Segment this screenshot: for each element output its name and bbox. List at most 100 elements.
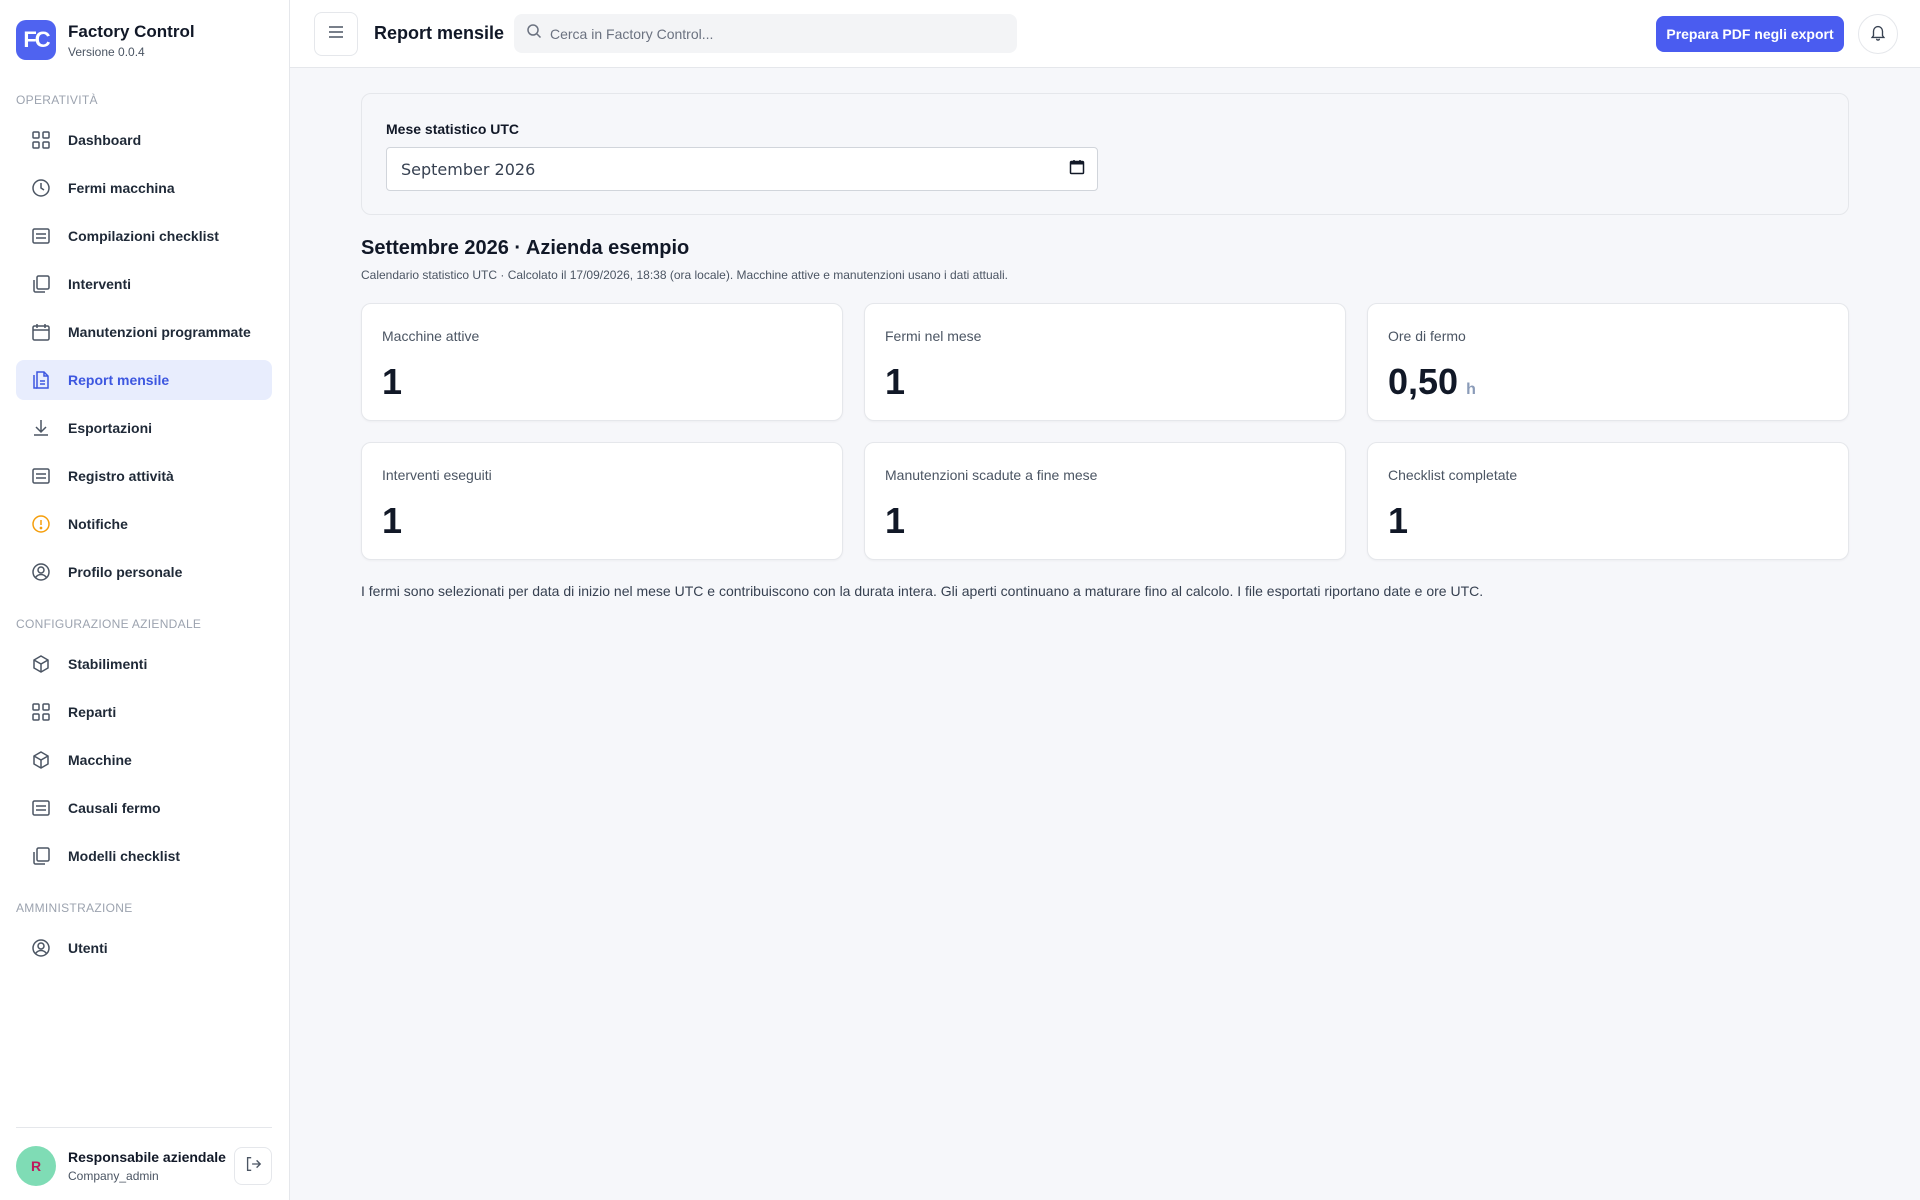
stat-value-wrap: 1 [382, 500, 402, 542]
stat-value: 1 [1388, 500, 1409, 541]
user-name: Responsabile aziendale [68, 1149, 226, 1165]
stat-card-checklist-completate: Checklist completate 1 [1367, 442, 1849, 560]
sidebar-item-interventi[interactable]: Interventi [16, 264, 272, 304]
avatar[interactable]: R [16, 1146, 56, 1186]
clock-icon [30, 177, 52, 199]
report-icon [30, 369, 52, 391]
stat-card-ore-di-fermo: Ore di fermo 0,50 h [1367, 303, 1849, 421]
list-icon [30, 797, 52, 819]
sidebar-item-label: Profilo personale [68, 564, 183, 580]
sidebar-item-fermi-macchina[interactable]: Fermi macchina [16, 168, 272, 208]
sidebar-item-dashboard[interactable]: Dashboard [16, 120, 272, 160]
sidebar-item-utenti[interactable]: Utenti [16, 928, 272, 968]
user-text: Responsabile aziendale Company_admin [68, 1149, 234, 1183]
sidebar-item-label: Utenti [68, 940, 108, 956]
logout-icon [244, 1155, 262, 1178]
stat-label: Interventi eseguiti [382, 467, 492, 483]
report-subtitle: Calendario statistico UTC · Calcolato il… [361, 268, 1009, 282]
stat-value: 1 [382, 361, 403, 402]
calendar-icon[interactable] [1069, 159, 1085, 180]
stat-card-manutenzioni-scadute: Manutenzioni scadute a fine mese 1 [864, 442, 1346, 560]
notifications-button[interactable] [1858, 14, 1898, 54]
stat-label: Fermi nel mese [885, 328, 982, 344]
sidebar-item-label: Stabilimenti [68, 656, 148, 672]
stat-card-macchine-attive: Macchine attive 1 [361, 303, 843, 421]
stat-label: Macchine attive [382, 328, 480, 344]
list-icon [30, 225, 52, 247]
section-title-configurazione: CONFIGURAZIONE AZIENDALE [16, 617, 202, 631]
bell-icon [1869, 23, 1887, 46]
sidebar: FC Factory Control Versione 0.0.4 OPERAT… [0, 0, 290, 1200]
sidebar-item-label: Reparti [68, 704, 117, 720]
user-icon [30, 937, 52, 959]
sidebar-item-esportazioni[interactable]: Esportazioni [16, 408, 272, 448]
sidebar-item-label: Compilazioni checklist [68, 228, 219, 244]
stat-value: 0,50 [1388, 361, 1459, 402]
sidebar-item-notifiche[interactable]: Notifiche [16, 504, 272, 544]
sidebar-item-label: Esportazioni [68, 420, 153, 436]
stat-value: 1 [885, 500, 906, 541]
app-logo: FC [16, 20, 56, 60]
sidebar-item-modelli-checklist[interactable]: Modelli checklist [16, 836, 272, 876]
sidebar-item-manutenzioni-programmate[interactable]: Manutenzioni programmate [16, 312, 272, 352]
brand-text: Factory Control Versione 0.0.4 [68, 22, 195, 59]
app-name: Factory Control [68, 21, 195, 41]
section-title-amministrazione: AMMINISTRAZIONE [16, 901, 133, 915]
sidebar-item-causali-fermo[interactable]: Causali fermo [16, 788, 272, 828]
report-footnote: I fermi sono selezionati per data di ini… [361, 583, 1484, 599]
month-filter-label: Mese statistico UTC [386, 121, 520, 137]
stat-card-interventi-eseguiti: Interventi eseguiti 1 [361, 442, 843, 560]
sidebar-item-profilo-personale[interactable]: Profilo personale [16, 552, 272, 592]
copy-icon [30, 273, 52, 295]
grid-icon [30, 129, 52, 151]
page-title: Report mensile [374, 23, 505, 43]
prepare-pdf-button[interactable]: Prepara PDF negli export [1656, 16, 1844, 52]
stat-label: Ore di fermo [1388, 328, 1466, 344]
copy-icon [30, 845, 52, 867]
info-icon [30, 513, 52, 535]
sidebar-item-compilazioni-checklist[interactable]: Compilazioni checklist [16, 216, 272, 256]
list-icon [30, 465, 52, 487]
box-icon [30, 653, 52, 675]
menu-toggle-button[interactable] [314, 12, 358, 56]
sidebar-item-label: Notifiche [68, 516, 128, 532]
stat-value-wrap: 1 [885, 361, 905, 403]
topbar: Report mensile Prepara PDF negli export [290, 0, 1920, 68]
month-filter-card: Mese statistico UTC September 2026 [361, 93, 1849, 215]
brand[interactable]: FC Factory Control Versione 0.0.4 [16, 20, 195, 60]
stat-value-wrap: 1 [885, 500, 905, 542]
sidebar-item-label: Manutenzioni programmate [68, 324, 251, 340]
user-panel: R Responsabile aziendale Company_admin [16, 1127, 272, 1186]
logout-button[interactable] [234, 1147, 272, 1185]
sidebar-item-macchine[interactable]: Macchine [16, 740, 272, 780]
sidebar-item-label: Dashboard [68, 132, 142, 148]
box-icon [30, 749, 52, 771]
grid-icon [30, 701, 52, 723]
user-icon [30, 561, 52, 583]
sidebar-item-label: Interventi [68, 276, 132, 292]
stat-card-fermi-nel-mese: Fermi nel mese 1 [864, 303, 1346, 421]
stat-value: 1 [885, 361, 906, 402]
search-box [514, 14, 1017, 53]
month-input[interactable]: September 2026 [386, 147, 1098, 191]
search-input[interactable] [550, 25, 990, 42]
sidebar-item-reparti[interactable]: Reparti [16, 692, 272, 732]
search-icon [526, 23, 542, 44]
app-version: Versione 0.0.4 [68, 44, 145, 59]
sidebar-item-label: Report mensile [68, 372, 170, 388]
stat-label: Manutenzioni scadute a fine mese [885, 467, 1098, 483]
sidebar-item-label: Causali fermo [68, 800, 161, 816]
month-input-value: September 2026 [401, 159, 536, 179]
sidebar-item-label: Macchine [68, 752, 132, 768]
sidebar-item-registro-attivita[interactable]: Registro attività [16, 456, 272, 496]
calendar-icon [30, 321, 52, 343]
stat-value-wrap: 0,50 h [1388, 361, 1476, 403]
stat-value: 1 [382, 500, 403, 541]
hamburger-icon [327, 23, 345, 46]
report-title: Settembre 2026 · Azienda esempio [361, 237, 690, 259]
sidebar-item-label: Registro attività [68, 468, 174, 484]
sidebar-item-stabilimenti[interactable]: Stabilimenti [16, 644, 272, 684]
sidebar-item-label: Modelli checklist [68, 848, 181, 864]
sidebar-item-report-mensile[interactable]: Report mensile [16, 360, 272, 400]
section-title-operativita: OPERATIVITÀ [16, 93, 98, 107]
